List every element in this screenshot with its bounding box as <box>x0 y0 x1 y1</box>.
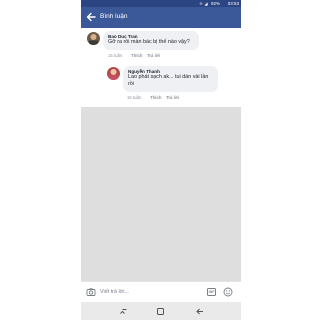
home-button-icon[interactable] <box>156 307 165 316</box>
comments-list: Bao Duc Tran Gỡ ra rồi màn bác bị thế nà… <box>81 28 241 281</box>
reply-text-line-1: Lao phát sạch ak... tui dán vài lần <box>128 74 209 80</box>
avatar-image <box>107 67 120 80</box>
avatar-image <box>87 32 100 45</box>
status-bar: 92% 03:53 <box>81 0 241 7</box>
reply-composer: Viết trả lời... GIF <box>81 281 241 302</box>
like-button[interactable]: Thích <box>131 53 142 58</box>
gif-button[interactable]: GIF <box>207 288 216 296</box>
back-arrow-icon[interactable] <box>85 11 97 23</box>
signal-icon <box>204 1 208 6</box>
reply-input[interactable]: Viết trả lời... <box>100 287 200 297</box>
back-button-icon[interactable] <box>195 307 204 316</box>
emoji-icon[interactable] <box>223 287 233 297</box>
reply-button[interactable]: Trả lời <box>166 95 179 100</box>
battery-level: 92% <box>210 1 220 6</box>
reply-actions: 15 tuần Thích Trả lời <box>127 95 227 101</box>
page-title: Bình luận <box>100 13 128 20</box>
empty-area <box>81 107 241 281</box>
avatar[interactable] <box>87 32 100 45</box>
like-button[interactable]: Thích <box>150 95 161 100</box>
reply-text-line-2: rồi <box>128 81 134 87</box>
system-nav-bar <box>81 302 241 320</box>
comment-bubble[interactable]: Bao Duc Tran Gỡ ra rồi màn bác bị thế nà… <box>103 31 199 50</box>
comment-actions: 15 tuần Thích Trả lời <box>108 53 208 59</box>
camera-icon[interactable] <box>86 287 96 297</box>
reply-button[interactable]: Trả lời <box>147 53 160 58</box>
reply-bubble[interactable]: Nguyễn Thanh Lao phát sạch ak... tui dán… <box>123 66 218 92</box>
comment-time: 15 tuần <box>108 53 123 58</box>
avatar[interactable] <box>107 67 120 80</box>
phone-screen: 92% 03:53 Bình luận Bao Duc Tran Gỡ ra r… <box>81 0 241 320</box>
app-bar: Bình luận <box>81 7 241 28</box>
comment-text: Gỡ ra rồi màn bác bị thế nào vậy? <box>108 39 190 45</box>
recent-apps-icon[interactable] <box>119 307 128 316</box>
wifi-icon <box>199 2 203 5</box>
clock: 03:53 <box>227 1 239 6</box>
reply-time: 15 tuần <box>127 95 142 100</box>
